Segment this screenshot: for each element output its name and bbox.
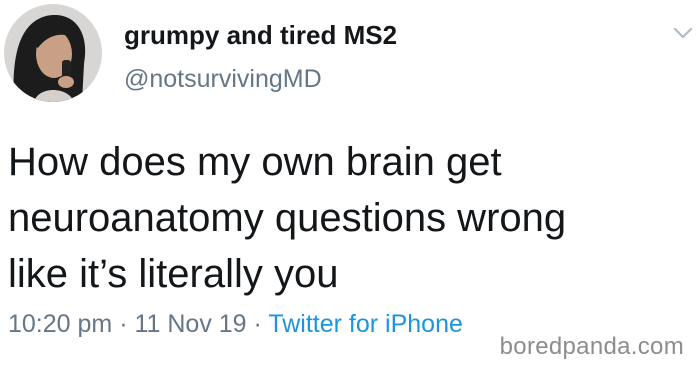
meta-separator: · (112, 310, 135, 338)
tweet-date[interactable]: 11 Nov 19 (134, 310, 246, 338)
tweet-text: How does my own brain get neuroanatomy q… (8, 134, 688, 302)
tweet-text-line: like it’s literally you (8, 252, 339, 296)
meta-separator: · (246, 310, 269, 338)
tweet-text-line: neuroanatomy questions wrong (8, 196, 567, 240)
chevron-down-icon[interactable] (672, 24, 694, 42)
avatar-photo (4, 4, 102, 102)
watermark: boredpanda.com (499, 333, 684, 360)
tweet-text-line: How does my own brain get (8, 140, 502, 184)
tweet-card: grumpy and tired MS2 @notsurvivingMD How… (0, 0, 700, 367)
display-name[interactable]: grumpy and tired MS2 (124, 20, 397, 51)
tweet-time[interactable]: 10:20 pm (8, 310, 112, 338)
tweet-source-link[interactable]: Twitter for iPhone (268, 310, 463, 338)
tweet-meta: 10:20 pm · 11 Nov 19 · Twitter for iPhon… (8, 310, 463, 339)
avatar[interactable] (4, 4, 102, 102)
user-handle[interactable]: @notsurvivingMD (124, 65, 322, 94)
